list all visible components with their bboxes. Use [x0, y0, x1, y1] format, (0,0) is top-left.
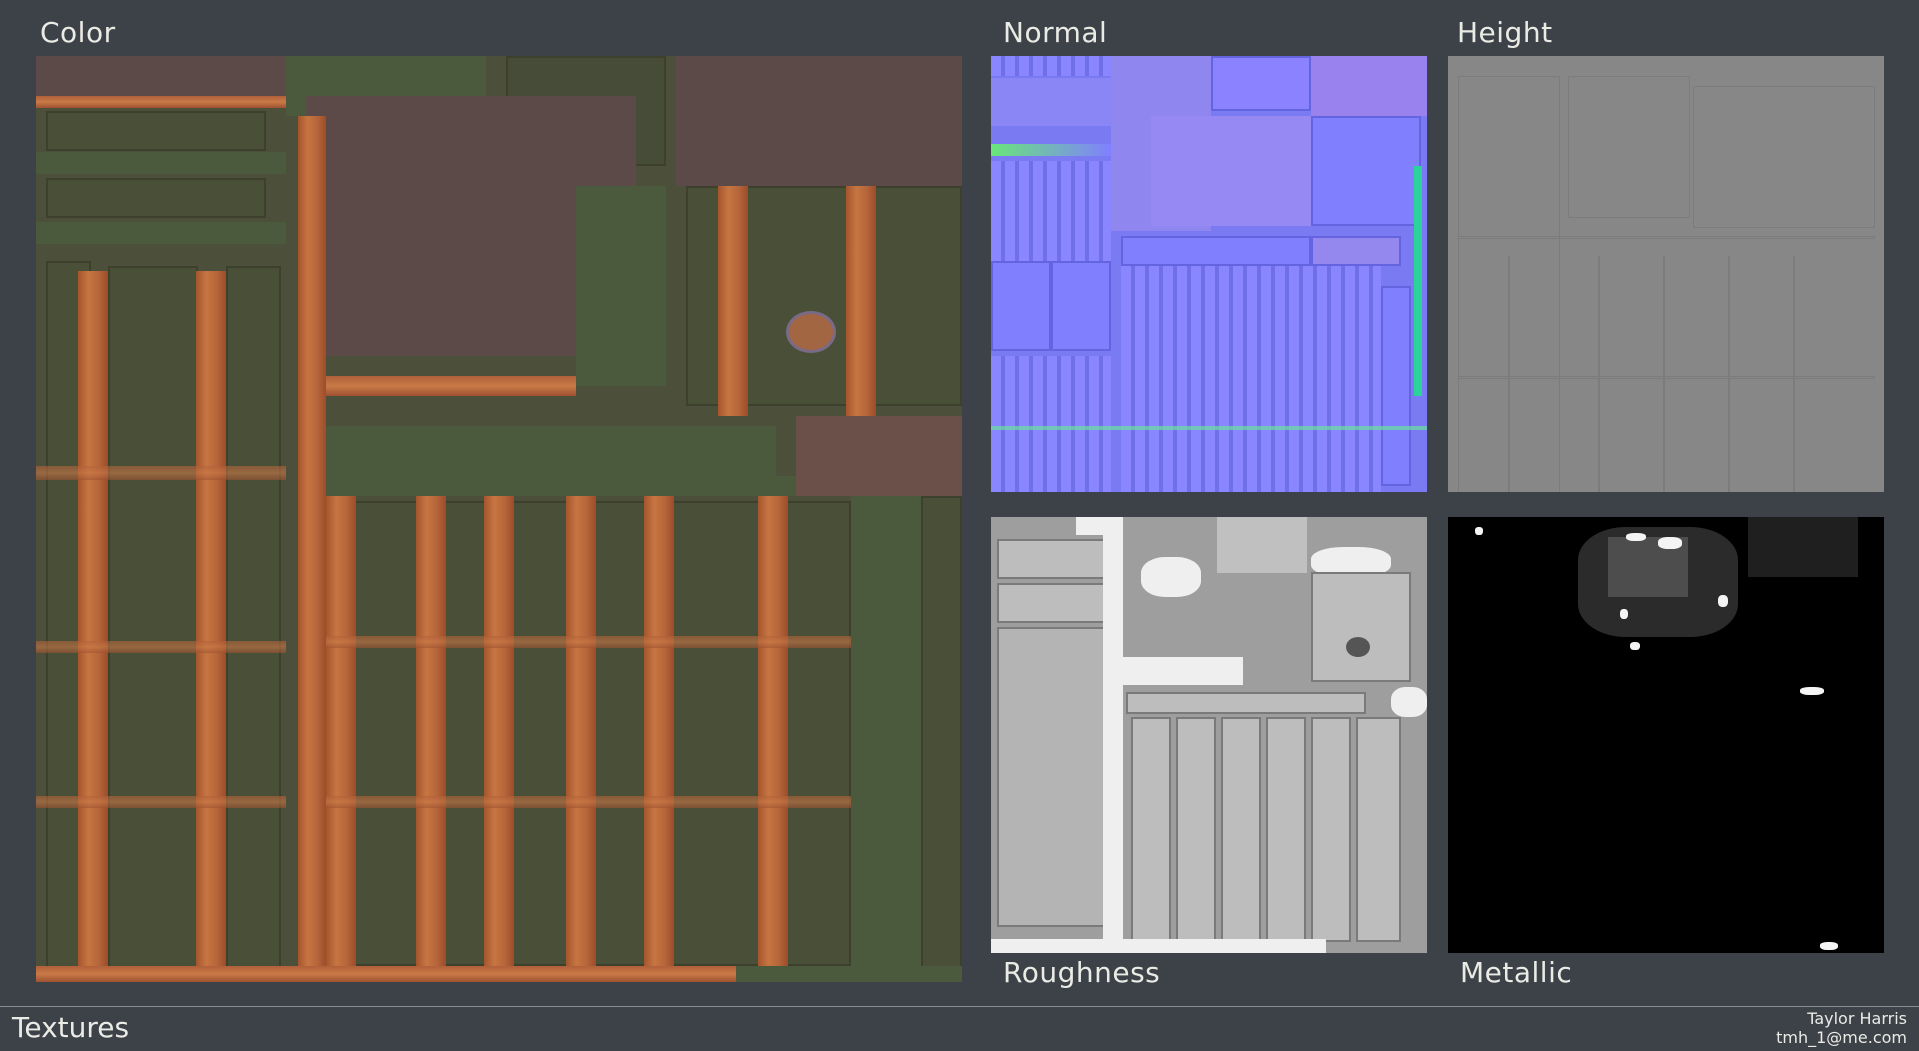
normal-texture-image	[991, 56, 1427, 492]
author-credit: Taylor Harris tmh_1@me.com	[1776, 1009, 1907, 1047]
author-email: tmh_1@me.com	[1776, 1028, 1907, 1047]
color-texture-image	[36, 56, 962, 982]
footer-title: Textures	[12, 1011, 130, 1044]
color-map-label: Color	[40, 16, 116, 49]
height-texture-image	[1448, 56, 1884, 492]
roughness-texture-image	[991, 517, 1427, 953]
metallic-texture-image	[1448, 517, 1884, 953]
normal-map-label: Normal	[1003, 16, 1108, 49]
roughness-map-label: Roughness	[1003, 956, 1161, 989]
height-map-label: Height	[1457, 16, 1553, 49]
footer-bar: Textures Taylor Harris tmh_1@me.com	[0, 1006, 1919, 1051]
metallic-map-label: Metallic	[1460, 956, 1573, 989]
author-name: Taylor Harris	[1807, 1009, 1907, 1028]
